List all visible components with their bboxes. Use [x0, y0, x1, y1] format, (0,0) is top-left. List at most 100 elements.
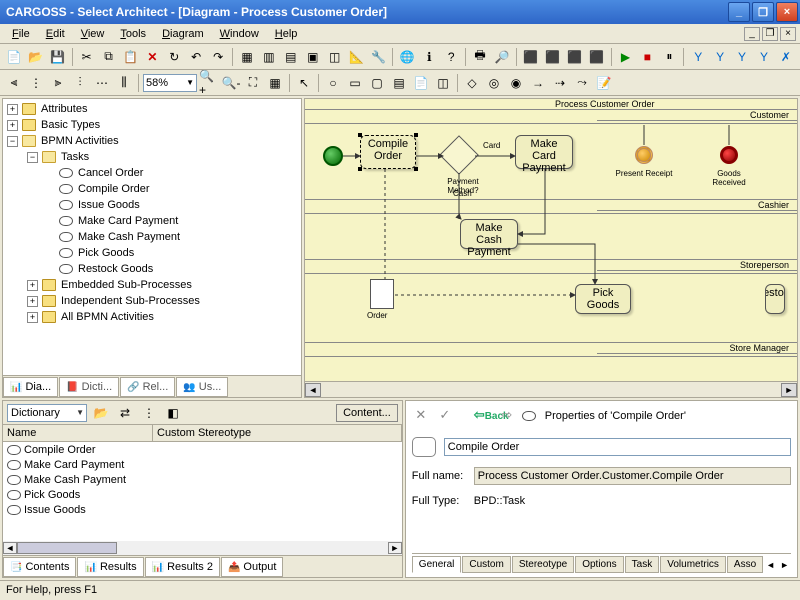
tab-output[interactable]: 📤 Output — [221, 557, 283, 577]
prop-tab-asso[interactable]: Asso — [727, 556, 763, 573]
obj-rect[interactable]: ▭ — [345, 73, 365, 93]
globe-icon[interactable]: 🌐 — [397, 47, 417, 67]
maximize-button[interactable]: ❐ — [752, 2, 774, 22]
tree-item[interactable]: Pick Goods — [76, 247, 134, 259]
expand-icon[interactable]: + — [27, 280, 38, 291]
obj-rrect[interactable]: ▢ — [367, 73, 387, 93]
expand-icon[interactable]: + — [7, 120, 18, 131]
tree-item[interactable]: Restock Goods — [76, 263, 153, 275]
prop-tab-custom[interactable]: Custom — [462, 556, 510, 573]
zoom-out-icon[interactable]: 🔍- — [221, 73, 241, 93]
menu-window[interactable]: Window — [212, 26, 267, 42]
tool-a[interactable]: ▦ — [237, 47, 257, 67]
obj-group[interactable]: ◫ — [433, 73, 453, 93]
play-icon[interactable]: ▶ — [616, 47, 636, 67]
prop-tab-stereotype[interactable]: Stereotype — [512, 556, 574, 573]
tab-users[interactable]: 👥 Us... — [176, 377, 228, 397]
align-top-icon[interactable]: ⫶ — [70, 73, 90, 93]
gateway-payment-method[interactable] — [439, 135, 479, 175]
obj-seq[interactable]: → — [528, 73, 548, 93]
horizontal-scrollbar[interactable]: ◄ ► — [305, 381, 797, 397]
tab-contents[interactable]: 📑 Contents — [3, 557, 76, 577]
col-name-header[interactable]: Name — [3, 425, 153, 441]
task-make-card-payment[interactable]: Make Card Payment — [515, 135, 573, 169]
filter-x[interactable]: ✗ — [776, 47, 796, 67]
align-right-icon[interactable]: ⫸ — [48, 73, 68, 93]
obj-note[interactable]: 📝 — [594, 73, 614, 93]
dict-item[interactable]: Pick Goods — [24, 489, 80, 501]
accept-icon[interactable]: ✓ — [436, 407, 454, 425]
start-event[interactable] — [323, 146, 343, 166]
dict-item[interactable]: Compile Order — [24, 444, 96, 456]
tree-item[interactable]: Basic Types — [39, 119, 100, 131]
print-icon[interactable]: 🖶 — [470, 47, 490, 67]
paste-icon[interactable]: 📋 — [121, 47, 141, 67]
help-cursor-icon[interactable]: ? — [441, 47, 461, 67]
task-pick-goods[interactable]: Pick Goods — [575, 284, 631, 314]
filter-y3[interactable]: Y — [732, 47, 752, 67]
tree-item[interactable]: Tasks — [59, 151, 89, 163]
refresh-icon[interactable]: ↻ — [164, 47, 184, 67]
align-center-icon[interactable]: ⋮ — [26, 73, 46, 93]
tree-item[interactable]: Make Cash Payment — [76, 231, 180, 243]
tabs-scroll-right[interactable]: ► — [778, 560, 791, 570]
grid-icon[interactable]: ▦ — [265, 73, 285, 93]
open-icon[interactable]: 📂 — [26, 47, 46, 67]
cancel-icon[interactable]: ✕ — [412, 407, 430, 425]
tree-item[interactable]: Issue Goods — [76, 199, 140, 211]
align-bot-icon[interactable]: ⫼ — [114, 73, 134, 93]
redo-icon[interactable]: ↷ — [208, 47, 228, 67]
align-left-icon[interactable]: ⫷ — [4, 73, 24, 93]
close-button[interactable]: × — [776, 2, 798, 22]
mdi-minimize[interactable]: _ — [744, 27, 760, 41]
obj-msg[interactable]: ⇢ — [550, 73, 570, 93]
forward-button[interactable]: ⇨ — [498, 407, 516, 425]
find-icon[interactable]: 🔎 — [492, 47, 512, 67]
intermediate-event-present-receipt[interactable] — [635, 146, 653, 164]
sim-a[interactable]: ⬛ — [521, 47, 541, 67]
tree-mode-icon[interactable]: ⇄ — [115, 403, 135, 423]
menu-diagram[interactable]: Diagram — [154, 26, 212, 42]
pause-icon[interactable]: ⏸ — [659, 47, 679, 67]
tree-item[interactable]: Compile Order — [76, 183, 150, 195]
obj-assoc[interactable]: ⤳ — [572, 73, 592, 93]
back-button[interactable]: ⇦Back — [474, 407, 492, 425]
obj-ev1[interactable]: ◎ — [484, 73, 504, 93]
tool-d[interactable]: ▣ — [303, 47, 323, 67]
prop-tab-general[interactable]: General — [412, 556, 462, 573]
tool-f[interactable]: 📐 — [347, 47, 367, 67]
tabs-scroll-left[interactable]: ◄ — [764, 560, 777, 570]
collapse-icon[interactable]: − — [7, 136, 18, 147]
menu-file[interactable]: File — [4, 26, 38, 42]
tool-c[interactable]: ▤ — [281, 47, 301, 67]
tree-item[interactable]: Embedded Sub-Processes — [59, 279, 192, 291]
content-button[interactable]: Content... — [336, 404, 398, 422]
end-event-goods-received[interactable] — [720, 146, 738, 164]
tool-b[interactable]: ▥ — [259, 47, 279, 67]
obj-data[interactable]: 📄 — [411, 73, 431, 93]
copy-icon[interactable]: ⧉ — [99, 47, 119, 67]
expand-icon[interactable]: + — [27, 296, 38, 307]
expand-icon[interactable]: + — [7, 104, 18, 115]
tree-item[interactable]: Attributes — [39, 103, 87, 115]
tab-results2[interactable]: 📊 Results 2 — [145, 557, 220, 577]
dict-item[interactable]: Issue Goods — [24, 504, 86, 516]
filter-y1[interactable]: Y — [688, 47, 708, 67]
menu-edit[interactable]: Edit — [38, 26, 73, 42]
scroll-right-icon[interactable]: ► — [781, 383, 797, 397]
diagram-canvas[interactable]: Process Customer Order Customer Cashier … — [305, 99, 797, 381]
obj-lane[interactable]: ▤ — [389, 73, 409, 93]
delete-icon[interactable]: ✕ — [142, 47, 162, 67]
align-mid-icon[interactable]: ⋯ — [92, 73, 112, 93]
pointer-icon[interactable]: ↖ — [294, 73, 314, 93]
zoom-in-icon[interactable]: 🔍+ — [199, 73, 219, 93]
minimize-button[interactable]: _ — [728, 2, 750, 22]
tree-item[interactable]: All BPMN Activities — [59, 311, 154, 323]
tree-item[interactable]: BPMN Activities — [39, 135, 119, 147]
filter-y2[interactable]: Y — [710, 47, 730, 67]
tree-item[interactable]: Make Card Payment — [76, 215, 178, 227]
tool-e[interactable]: ◫ — [325, 47, 345, 67]
expand-icon[interactable]: + — [27, 312, 38, 323]
tab-dictionary[interactable]: 📕 Dicti... — [59, 377, 119, 397]
col-stereo-header[interactable]: Custom Stereotype — [153, 425, 402, 441]
